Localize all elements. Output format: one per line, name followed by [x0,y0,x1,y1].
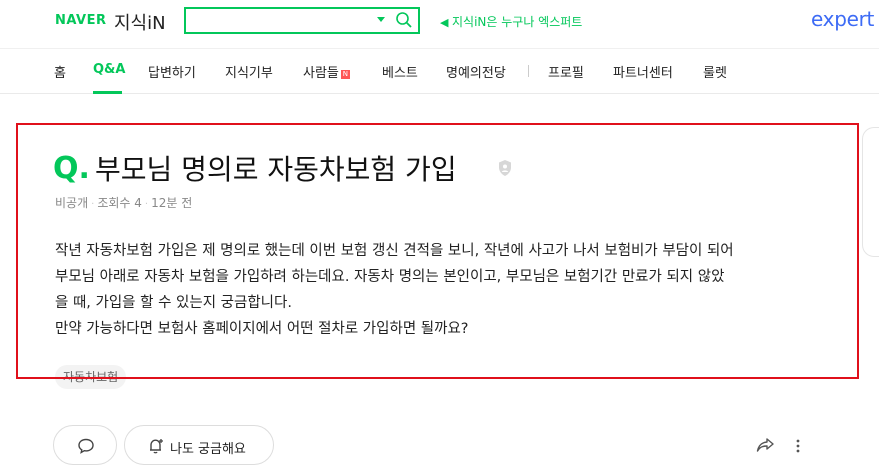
more-options-icon[interactable] [794,438,802,454]
comment-icon [78,438,94,454]
nav-item-profile[interactable]: 프로필 [548,62,584,81]
new-badge: N [340,70,350,79]
search-box [184,7,420,34]
search-icon[interactable] [395,11,413,29]
highlight-frame [16,123,859,379]
search-input[interactable] [190,11,370,30]
bell-plus-icon [150,439,163,454]
naver-logo[interactable]: NAVER [55,13,107,28]
nav-item-donate[interactable]: 지식기부 [225,62,273,81]
nav-item-roulette[interactable]: 룰렛 [703,62,727,81]
nav-item-answer[interactable]: 답변하기 [148,62,196,81]
side-panel [862,127,879,257]
top-header: NAVER 지식iN ◀ 지식iN은 누구나 엑스퍼트 expert [0,0,879,48]
chevron-down-icon[interactable] [377,17,385,22]
nav-item-home[interactable]: 홈 [54,62,66,81]
curious-label: 나도 궁금해요 [170,442,246,457]
nav-item-partner-center[interactable]: 파트너센터 [613,62,673,81]
nav-item-hall-of-fame[interactable]: 명예의전당 [446,62,506,81]
curious-button[interactable]: 나도 궁금해요 [124,425,274,465]
nav-divider [528,65,529,77]
expert-notice-link[interactable]: ◀ 지식iN은 누구나 엑스퍼트 [440,13,582,30]
nav-item-qna[interactable]: Q&A [93,62,125,77]
expert-logo[interactable]: expert [811,7,874,31]
nav-item-people-label: 사람들 [303,66,339,81]
speaker-icon: ◀ [440,16,449,29]
share-icon[interactable] [756,437,774,453]
notice-text: 지식iN은 누구나 엑스퍼트 [452,15,583,29]
kin-logo[interactable]: 지식iN [114,9,166,35]
comment-button[interactable] [53,425,117,465]
main-nav: 홈 Q&A 답변하기 지식기부 사람들 N 베스트 명예의전당 프로필 파트너센터… [0,48,879,94]
active-tab-indicator [93,91,122,94]
nav-item-best[interactable]: 베스트 [382,62,418,81]
nav-item-people[interactable]: 사람들 N [303,62,350,81]
